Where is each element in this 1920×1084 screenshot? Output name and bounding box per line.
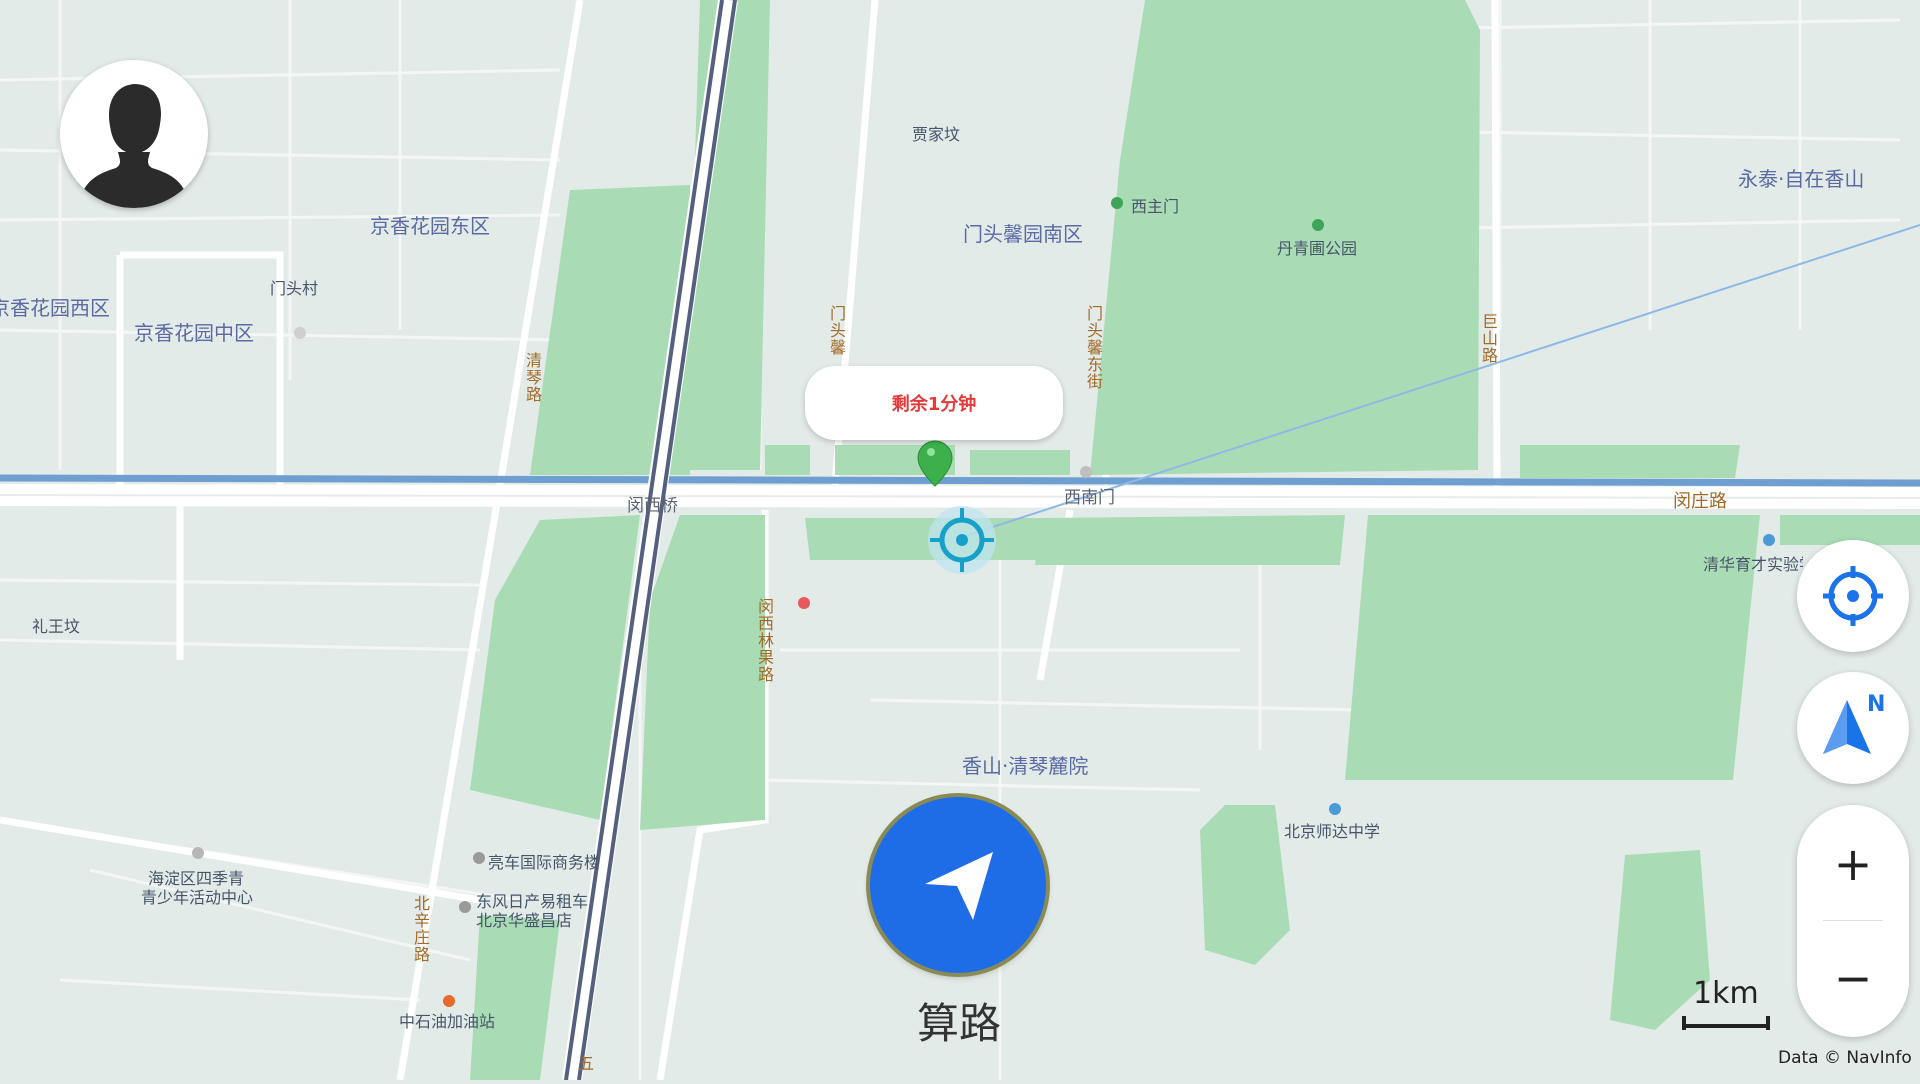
label-liangche: 亮车国际商务楼 xyxy=(488,853,601,872)
label-beijing-shida: 北京师达中学 xyxy=(1284,822,1381,841)
label-xizhumen: 西主门 xyxy=(1131,197,1180,216)
label-dongfeng-2: 北京华盛昌店 xyxy=(476,911,573,930)
navigation-arrow-icon xyxy=(925,852,993,920)
compass-button[interactable]: N xyxy=(1797,672,1909,784)
crosshair-locate-icon xyxy=(1823,566,1883,626)
compass-n-label: N xyxy=(1867,692,1886,717)
zoom-control: + − xyxy=(1797,805,1909,1037)
label-jingxiang-mid: 京香花园中区 xyxy=(134,321,254,345)
label-mentou-south: 门头馨园南区 xyxy=(963,222,1083,246)
user-silhouette-icon xyxy=(78,84,190,208)
scale-label: 1km xyxy=(1693,976,1759,1011)
label-mentouxin-east: 门头馨东街 xyxy=(1084,305,1103,390)
zoom-in-button[interactable]: + xyxy=(1797,809,1909,919)
label-haidian-youth-2: 青少年活动中心 xyxy=(141,888,254,907)
label-xinanmen: 西南门 xyxy=(1064,488,1115,508)
label-minxiqiao: 闵西桥 xyxy=(627,496,678,516)
label-yongtai: 永泰·自在香山 xyxy=(1738,167,1865,191)
river xyxy=(0,474,1920,487)
label-mentouxin-road: 门头馨 xyxy=(827,305,846,356)
label-jingxiang-west: 京香花园西区 xyxy=(0,296,110,320)
time-remaining-tooltip: 剩余1分钟 xyxy=(805,366,1063,440)
scale-bar xyxy=(1682,1016,1770,1030)
label-qingqin-road: 清琴路 xyxy=(523,352,542,403)
locate-button[interactable] xyxy=(1797,540,1909,652)
navigate-button[interactable] xyxy=(870,797,1046,973)
zoom-out-button[interactable]: − xyxy=(1797,923,1909,1033)
label-minzhuang-road: 闵庄路 xyxy=(1673,491,1727,512)
label-wu-partial: 五 xyxy=(575,1055,594,1072)
label-qinghua-yucai: 清华育才实验学校 xyxy=(1703,555,1803,574)
navigate-label[interactable]: 算路 xyxy=(900,990,1018,1051)
label-jingxiang-east: 京香花园东区 xyxy=(370,214,490,238)
avatar[interactable] xyxy=(60,60,208,208)
main-road-minzhuang xyxy=(0,484,1920,509)
map-credit: Data © NavInfo xyxy=(1778,1048,1912,1068)
label-beixinzhuang: 北辛庄路 xyxy=(411,895,430,963)
label-jushan-road: 巨山路 xyxy=(1479,313,1498,364)
label-zhongshiyou: 中石油加油站 xyxy=(399,1012,496,1031)
current-location-icon xyxy=(928,506,996,574)
label-minxi-linguo: 闵西林果路 xyxy=(755,598,774,683)
label-mentoucun: 门头村 xyxy=(270,279,319,298)
label-liwangfen: 礼王坟 xyxy=(32,617,81,636)
label-jiajiafen: 贾家坟 xyxy=(912,125,961,144)
label-danqingpu-park: 丹青圃公园 xyxy=(1277,239,1358,258)
zoom-divider xyxy=(1823,920,1883,921)
label-xiangshan-qingqin: 香山·清琴麓院 xyxy=(962,754,1089,778)
